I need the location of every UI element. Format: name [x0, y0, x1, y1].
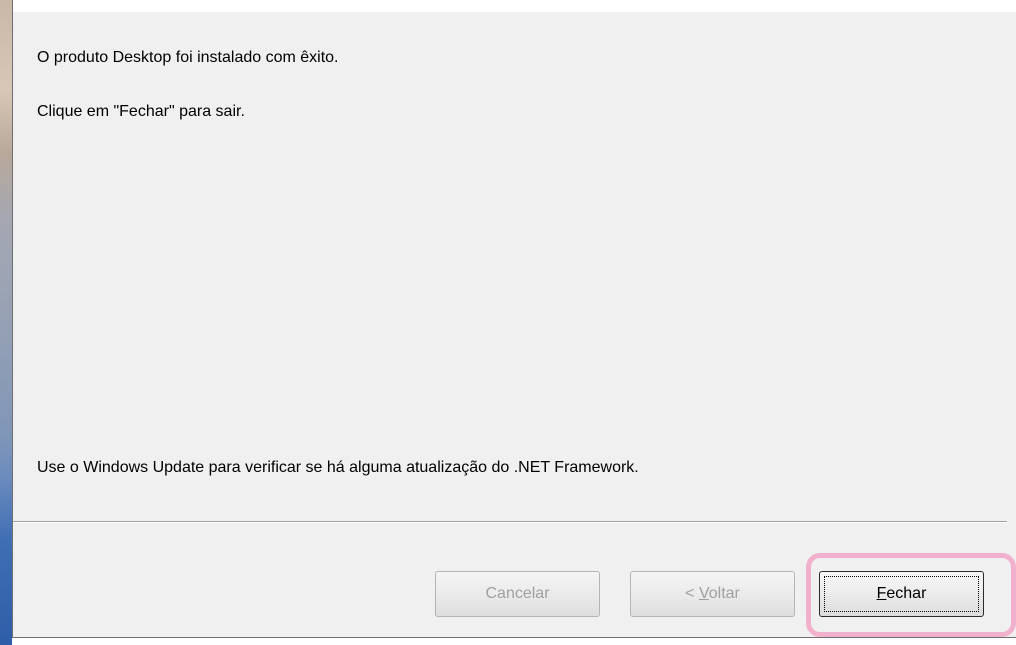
windows-update-message: Use o Windows Update para verificar se h…	[37, 459, 639, 476]
back-button-mnemonic: V	[698, 585, 709, 602]
back-button-label: < Voltar	[685, 585, 740, 602]
close-button[interactable]: Fechar	[819, 571, 984, 617]
button-area-separator	[13, 521, 1007, 523]
cancel-button-label: Cancelar	[485, 585, 550, 602]
install-success-message: O produto Desktop foi instalado com êxit…	[37, 49, 339, 66]
close-instruction-message: Clique em "Fechar" para sair.	[37, 103, 245, 120]
close-button-mnemonic: F	[876, 585, 887, 602]
dialog-top-edge	[13, 0, 1016, 12]
back-button-rest: oltar	[708, 585, 740, 602]
close-button-label: Fechar	[877, 585, 927, 602]
back-button-prefix: <	[685, 585, 699, 602]
dialog-content: O produto Desktop foi instalado com êxit…	[13, 12, 1016, 520]
installer-dialog: O produto Desktop foi instalado com êxit…	[12, 0, 1016, 638]
desktop-background-strip	[0, 0, 12, 645]
back-button[interactable]: < Voltar	[630, 571, 795, 617]
cancel-button[interactable]: Cancelar	[435, 571, 600, 617]
close-button-rest: echar	[886, 585, 927, 602]
screenshot-root: O produto Desktop foi instalado com êxit…	[0, 0, 1016, 645]
